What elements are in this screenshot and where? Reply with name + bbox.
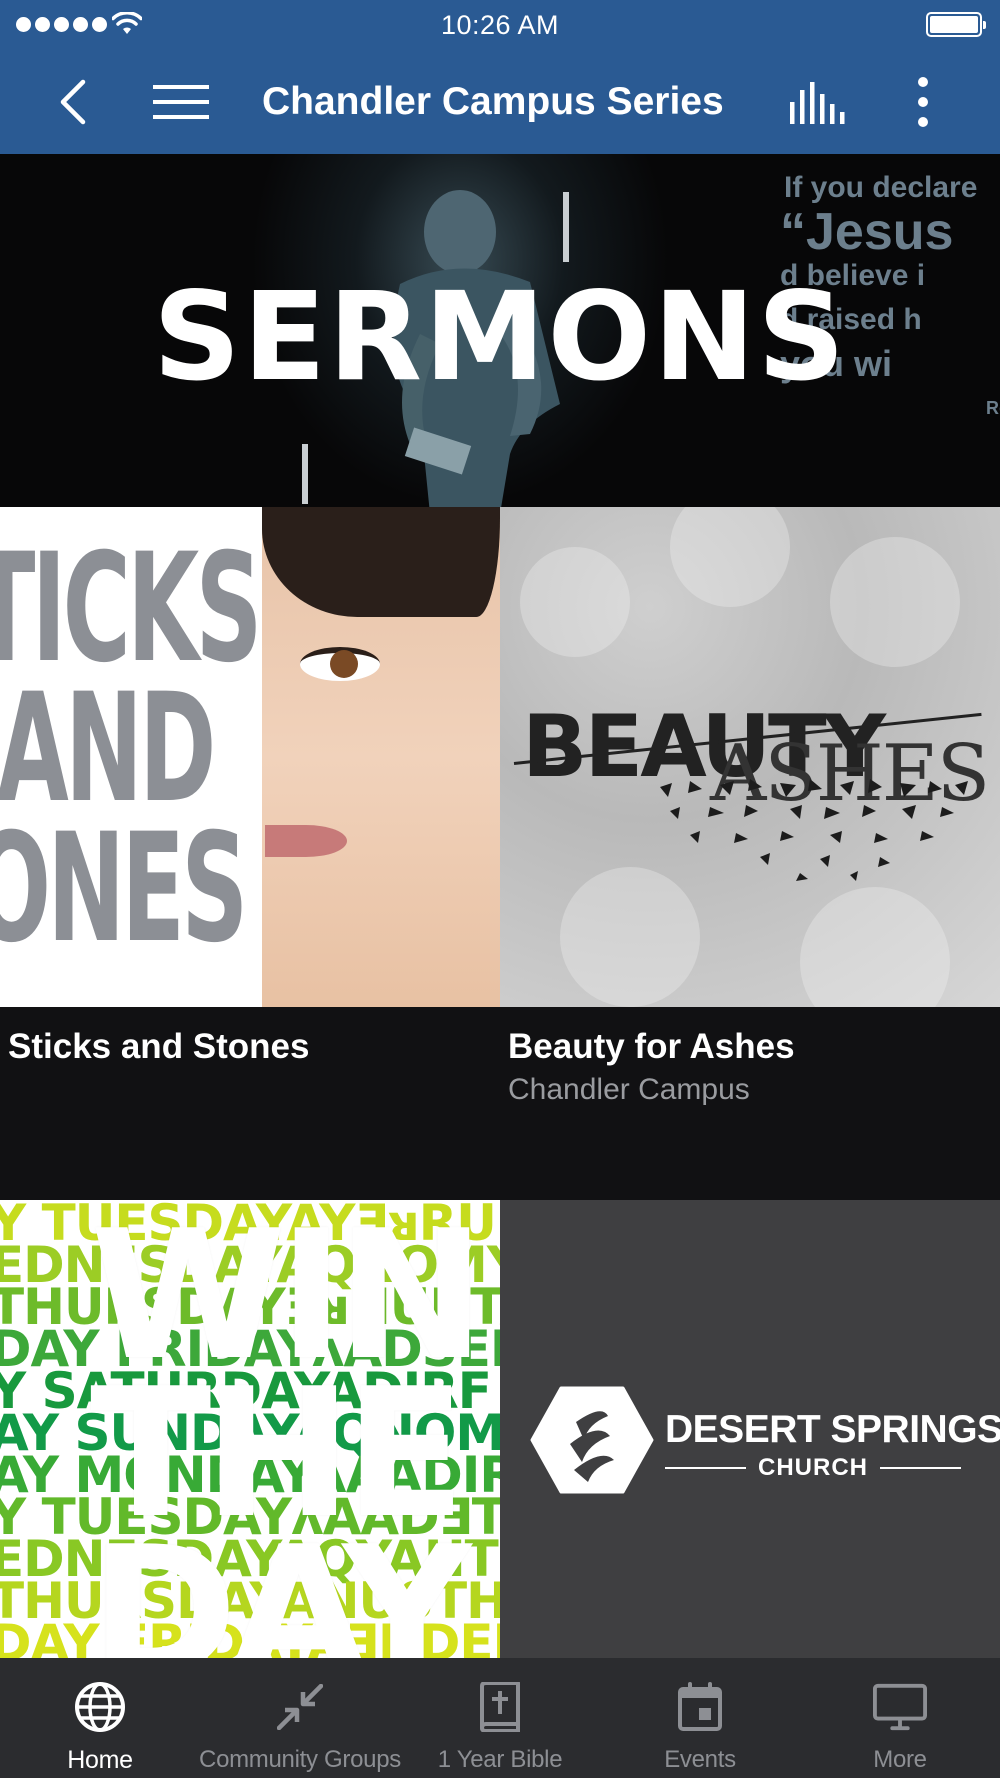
series-card-beauty-for-ashes[interactable]: BEAUTY ASHES <box>500 507 1000 1007</box>
tab-events[interactable]: Events <box>600 1658 800 1778</box>
tab-label: Community Groups <box>199 1746 401 1773</box>
tab-label: 1 Year Bible <box>437 1746 563 1773</box>
series-subtitle: Chandler Campus <box>508 1073 750 1106</box>
sermons-banner[interactable]: If you declare “Jesus d believe i d rais… <box>0 154 1000 507</box>
equalizer-icon <box>790 82 845 124</box>
bottom-tab-bar: Home Community Groups 1 Year Bible Event… <box>0 1658 1000 1778</box>
series-label-beauty-for-ashes[interactable]: Beauty for Ashes Chandler Campus <box>508 1027 795 1107</box>
series-card-desert-springs[interactable]: DESERT SPRINGS CHURCH <box>500 1200 1000 1660</box>
more-options-button[interactable] <box>898 72 948 132</box>
status-time: 10:26 AM <box>440 10 560 40</box>
menu-button[interactable] <box>148 72 214 132</box>
more-vertical-icon <box>918 77 928 127</box>
back-button[interactable] <box>42 72 102 132</box>
stage-prop <box>302 444 308 504</box>
series-card-sticks-and-stones[interactable]: TICKS AND ONES <box>0 507 500 1007</box>
series-artwork-text: TICKS AND ONES <box>0 522 262 976</box>
app-bar: Chandler Campus Series <box>0 50 1000 154</box>
rose-shape <box>670 507 790 607</box>
series-title: Sticks and Stones <box>8 1027 310 1066</box>
series-artwork-iris <box>330 650 358 678</box>
hamburger-icon <box>153 85 209 119</box>
status-bar: 10:26 AM <box>0 0 1000 50</box>
battery-icon <box>926 12 986 37</box>
ash-particles <box>660 779 968 881</box>
church-name: DESERT SPRINGS <box>665 1408 1000 1451</box>
tab-more[interactable]: More <box>800 1658 1000 1778</box>
rose-shape <box>560 867 700 1007</box>
series-card-win-the-day[interactable]: Y TUESDAYAYƎᴚRUHTAS EDNESDAYAQNOMYA THUR… <box>0 1200 500 1660</box>
divider <box>880 1467 961 1469</box>
series-labels-row: Sticks and Stones Beauty for Ashes Chand… <box>0 1007 1000 1200</box>
tab-1-year-bible[interactable]: 1 Year Bible <box>400 1658 600 1778</box>
arrows-in-icon <box>273 1680 327 1734</box>
rose-shape <box>800 887 950 1007</box>
audio-player-button[interactable] <box>782 72 852 132</box>
tab-community-groups[interactable]: Community Groups <box>199 1658 401 1778</box>
tab-label: More <box>873 1746 927 1773</box>
rose-shape <box>520 547 630 657</box>
bible-icon <box>473 1680 527 1734</box>
banner-title: SERMONS <box>152 266 848 408</box>
tab-home[interactable]: Home <box>0 1658 200 1778</box>
globe-icon <box>73 1680 127 1734</box>
divider <box>665 1467 746 1469</box>
church-subtitle: CHURCH <box>665 1454 961 1482</box>
chevron-left-icon <box>60 79 86 125</box>
series-label-sticks-and-stones[interactable]: Sticks and Stones <box>8 1027 309 1073</box>
desert-springs-logo-icon <box>530 1386 654 1494</box>
series-title: Beauty for Ashes <box>508 1027 795 1066</box>
tab-label: Home <box>67 1746 133 1774</box>
monitor-icon <box>873 1680 927 1734</box>
tab-label: Events <box>664 1746 736 1773</box>
series-artwork-text: DAY <box>90 1508 471 1661</box>
page-title: Chandler Campus Series <box>262 80 724 123</box>
calendar-icon <box>673 1680 727 1734</box>
series-artwork-lips <box>265 825 347 857</box>
rose-shape <box>830 537 960 667</box>
